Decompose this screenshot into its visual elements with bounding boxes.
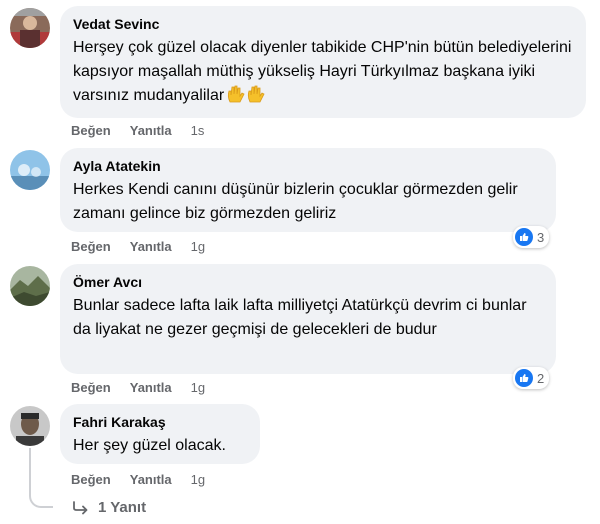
reaction-count: 2: [537, 370, 545, 386]
reaction-summary[interactable]: 2: [513, 367, 550, 389]
comment-actions: Beğen Yanıtla 1g: [71, 239, 224, 255]
avatar[interactable]: [10, 150, 50, 190]
comment-author[interactable]: Fahri Karakaş: [73, 413, 248, 431]
comment-author[interactable]: Ömer Avcı: [73, 273, 544, 291]
reaction-count: 3: [537, 229, 545, 245]
like-button[interactable]: Beğen: [71, 123, 111, 138]
avatar[interactable]: [10, 8, 50, 48]
reply-button[interactable]: Yanıtla: [130, 380, 172, 395]
avatar[interactable]: [10, 406, 50, 446]
comment-timestamp[interactable]: 1g: [191, 239, 205, 254]
reply-button[interactable]: Yanıtla: [130, 123, 172, 138]
reply-button[interactable]: Yanıtla: [130, 472, 172, 487]
view-replies-button[interactable]: 1 Yanıt: [72, 499, 146, 516]
comment-text: Herşey çok güzel olacak diyenler tabikid…: [73, 36, 574, 112]
reaction-summary[interactable]: 3: [513, 226, 550, 248]
comment-timestamp[interactable]: 1g: [191, 472, 205, 487]
comment-bubble: Vedat Sevinc Herşey çok güzel olacak diy…: [60, 6, 586, 118]
reply-thread-line: [29, 448, 53, 508]
comment-actions: Beğen Yanıtla 1g: [71, 472, 224, 488]
comment-timestamp[interactable]: 1s: [191, 123, 205, 138]
comment-thread: Vedat Sevinc Herşey çok güzel olacak diy…: [0, 0, 600, 524]
comment-text: Her şey güzel olacak.: [73, 437, 226, 454]
comment-timestamp[interactable]: 1g: [191, 380, 205, 395]
comment-actions: Beğen Yanıtla 1g: [71, 380, 224, 396]
like-button[interactable]: Beğen: [71, 472, 111, 487]
avatar[interactable]: [10, 266, 50, 306]
comment-bubble: Fahri Karakaş Her şey güzel olacak.: [60, 404, 260, 464]
comment-bubble: Ayla Atatekin Herkes Kendi canını düşünü…: [60, 148, 556, 232]
comment-text-content: Herşey çok güzel olacak diyenler tabikid…: [73, 39, 572, 104]
like-icon: [515, 228, 533, 246]
waving-hand-emoji-icon: [226, 84, 266, 112]
reply-arrow-icon: [73, 500, 88, 514]
comment-text: Bunlar sadece lafta laik lafta milliyetç…: [73, 297, 527, 338]
comment-actions: Beğen Yanıtla 1s: [71, 123, 223, 139]
comment-text: Herkes Kendi canını düşünür bizlerin çoc…: [73, 181, 518, 222]
like-button[interactable]: Beğen: [71, 380, 111, 395]
comment-author[interactable]: Vedat Sevinc: [73, 15, 574, 33]
like-icon: [515, 369, 533, 387]
like-button[interactable]: Beğen: [71, 239, 111, 254]
reply-button[interactable]: Yanıtla: [130, 239, 172, 254]
replies-count-label: 1 Yanıt: [98, 499, 147, 516]
comment-bubble: Ömer Avcı Bunlar sadece lafta laik lafta…: [60, 264, 556, 374]
comment-author[interactable]: Ayla Atatekin: [73, 157, 544, 175]
